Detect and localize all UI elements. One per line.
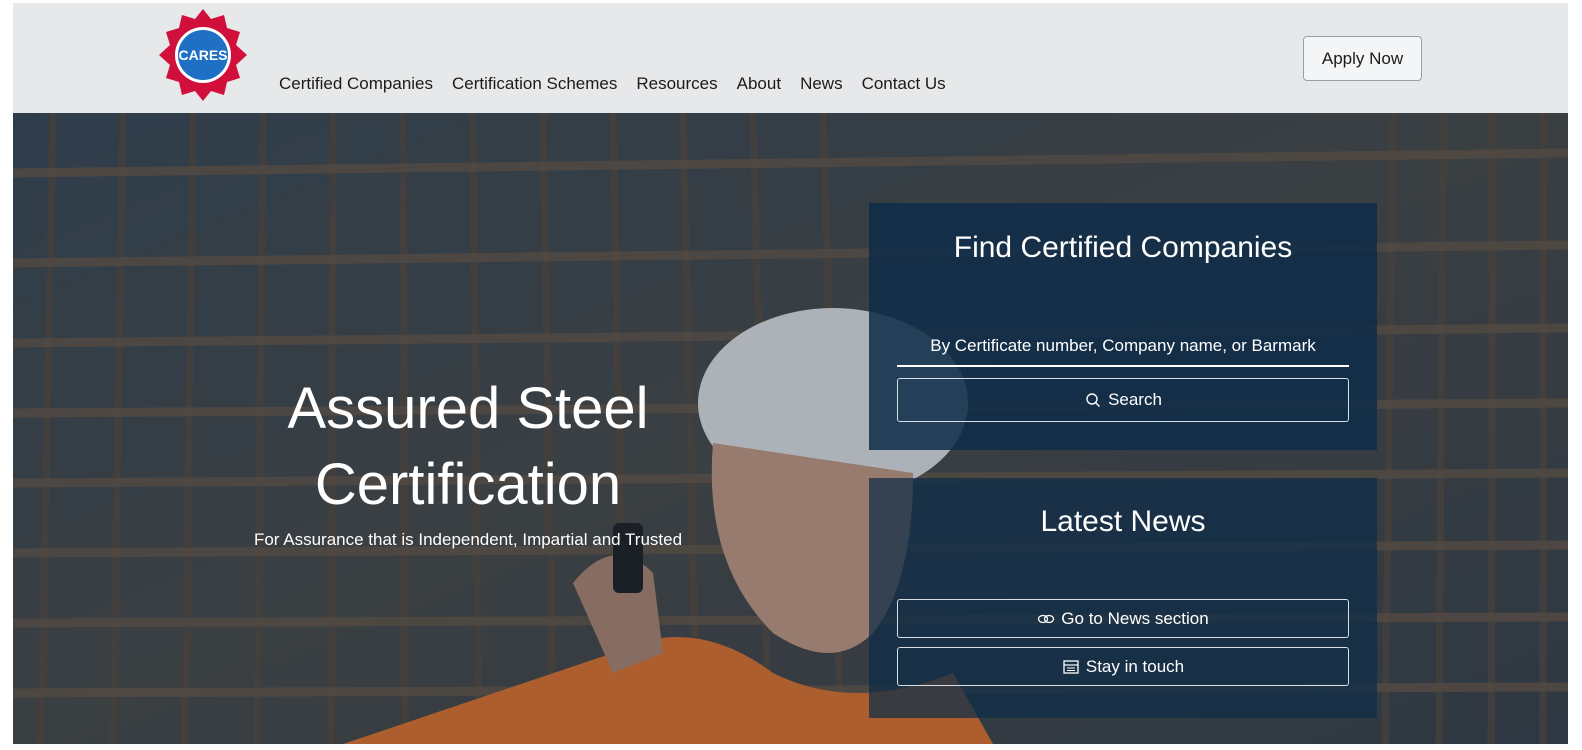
latest-news-panel: Latest News Go to News section Stay in t… [869,478,1377,718]
find-companies-heading: Find Certified Companies [953,231,1293,264]
hero-title-line-2: Certification [314,452,622,517]
newsletter-icon [1062,658,1080,676]
cares-gear-logo-icon: CARES [159,9,247,101]
site-header: CARES Certified Companies Certification … [13,3,1568,113]
link-icon [1037,610,1055,628]
latest-news-heading: Latest News [1040,505,1206,538]
logo-text: CARES [178,47,227,63]
nav-resources[interactable]: Resources [636,74,717,94]
search-button[interactable]: Search [897,378,1349,422]
hero-title-line-1: Assured Steel [287,376,649,441]
apply-now-button[interactable]: Apply Now [1303,36,1422,81]
find-companies-panel: Find Certified Companies Search [869,203,1377,450]
stay-in-touch-label: Stay in touch [1085,656,1185,676]
search-button-label: Search [1108,390,1162,409]
nav-certified-companies[interactable]: Certified Companies [279,74,433,94]
search-icon [1084,391,1102,409]
company-search-input[interactable] [897,327,1349,367]
hero-section: Assured Steel Certification For Assuranc… [13,113,1568,744]
hero-subtitle: For Assurance that is Independent, Impar… [253,530,683,549]
nav-about[interactable]: About [737,74,781,94]
nav-news[interactable]: News [800,74,843,94]
main-nav: Certified Companies Certification Scheme… [279,74,965,94]
nav-certification-schemes[interactable]: Certification Schemes [452,74,617,94]
hero-title: Assured Steel Certification [193,371,743,523]
page-frame: CARES Certified Companies Certification … [13,3,1568,744]
cares-logo[interactable]: CARES [153,5,253,105]
stay-in-touch-button[interactable]: Stay in touch [897,647,1349,686]
nav-contact-us[interactable]: Contact Us [862,74,946,94]
go-to-news-label: Go to News section [1061,608,1209,628]
go-to-news-button[interactable]: Go to News section [897,599,1349,638]
